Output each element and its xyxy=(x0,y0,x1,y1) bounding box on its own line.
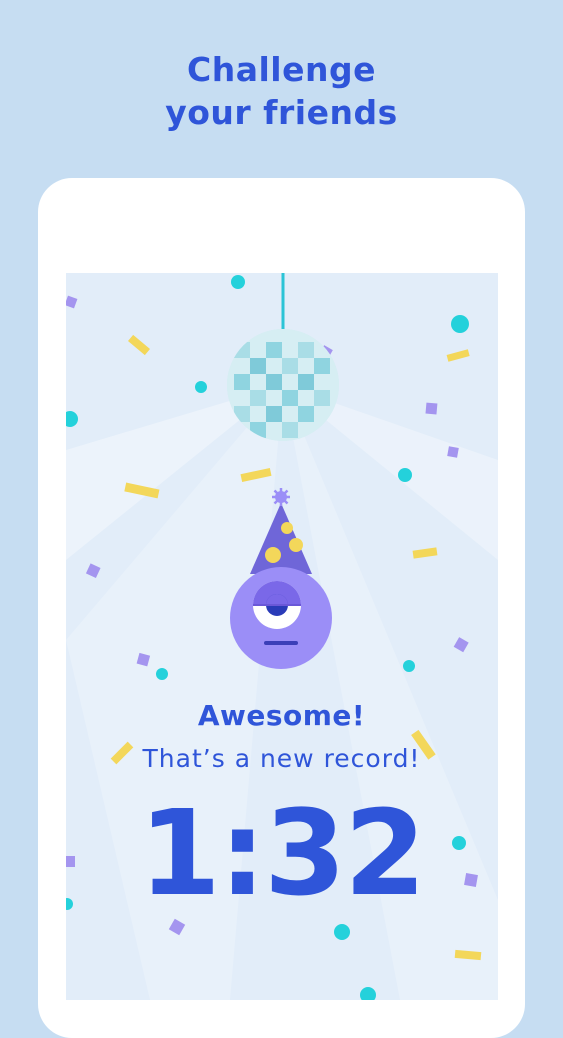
result-title: Awesome! xyxy=(197,699,366,732)
result-subtitle: That’s a new record! xyxy=(142,744,421,773)
disco-ball-icon xyxy=(227,273,339,441)
record-time: 1:32 xyxy=(138,784,427,922)
